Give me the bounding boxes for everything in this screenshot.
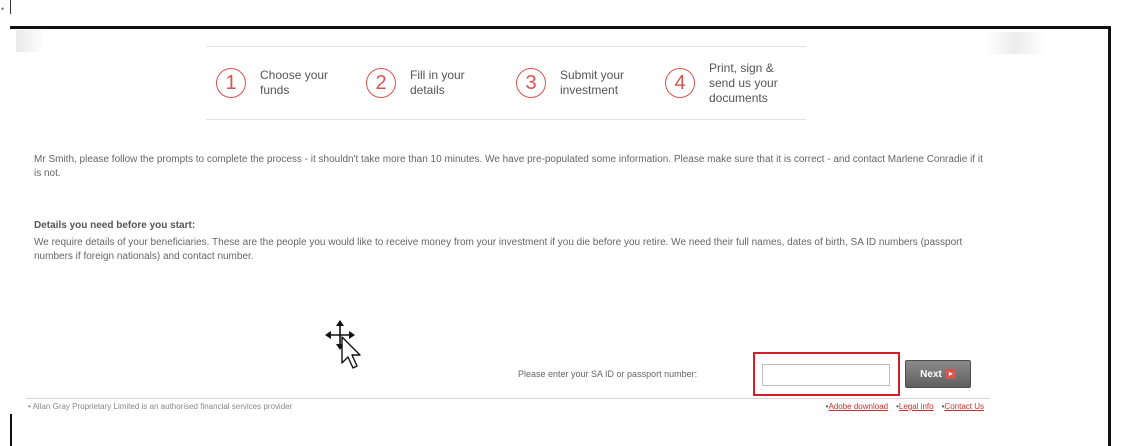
footer-link-label[interactable]: Legal info	[899, 402, 934, 411]
steps-bar: 1 Choose your funds 2 Fill in your detai…	[206, 46, 806, 120]
id-number-input[interactable]	[762, 364, 890, 386]
step-3-number: 3	[516, 68, 546, 98]
step-1-label: Choose your funds	[260, 68, 329, 97]
footer-link-label[interactable]: Contact Us	[944, 402, 984, 411]
footer-link-contact-us[interactable]: •Contact Us	[942, 402, 984, 411]
footer-disclaimer: • Allan Gray Proprietary Limited is an a…	[28, 402, 293, 411]
details-body: We require details of your beneficiaries…	[34, 237, 963, 262]
step-2-label: Fill in your details	[410, 68, 465, 97]
corner-mark: •	[1, 4, 5, 14]
top-left-shadow	[16, 30, 46, 52]
frame-left-edge	[10, 414, 12, 446]
step-3: 3 Submit your investment	[516, 47, 624, 119]
step-1: 1 Choose your funds	[216, 47, 328, 119]
step-3-label: Submit your investment	[560, 68, 625, 97]
top-right-shadow	[985, 32, 1045, 54]
step-2-number: 2	[366, 68, 396, 98]
intro-text: Mr Smith, please follow the prompts to c…	[34, 154, 983, 179]
footer-link-legal-info[interactable]: •Legal info	[896, 402, 934, 411]
next-button[interactable]: Next ▸	[905, 360, 971, 388]
step-4-label: Print, sign & send us your documents	[709, 60, 778, 105]
corner-rule	[10, 0, 11, 14]
next-button-label: Next	[920, 368, 942, 380]
footer-link-label[interactable]: Adobe download	[828, 402, 888, 411]
next-arrow-icon: ▸	[945, 369, 956, 379]
footer-link-adobe-download[interactable]: •Adobe download	[826, 402, 888, 411]
move-cursor-icon	[324, 319, 372, 371]
footer-links: •Adobe download •Legal info •Contact Us	[826, 402, 984, 411]
step-4-number: 4	[665, 68, 695, 98]
footer-divider	[26, 398, 990, 399]
id-number-label: Please enter your SA ID or passport numb…	[518, 369, 698, 379]
step-1-number: 1	[216, 68, 246, 98]
page-canvas: • 1 Choose your funds 2 Fill in your det…	[0, 0, 1124, 446]
step-2: 2 Fill in your details	[366, 47, 465, 119]
step-4: 4 Print, sign & send us your documents	[665, 47, 778, 119]
details-heading: Details you need before you start:	[34, 220, 196, 231]
